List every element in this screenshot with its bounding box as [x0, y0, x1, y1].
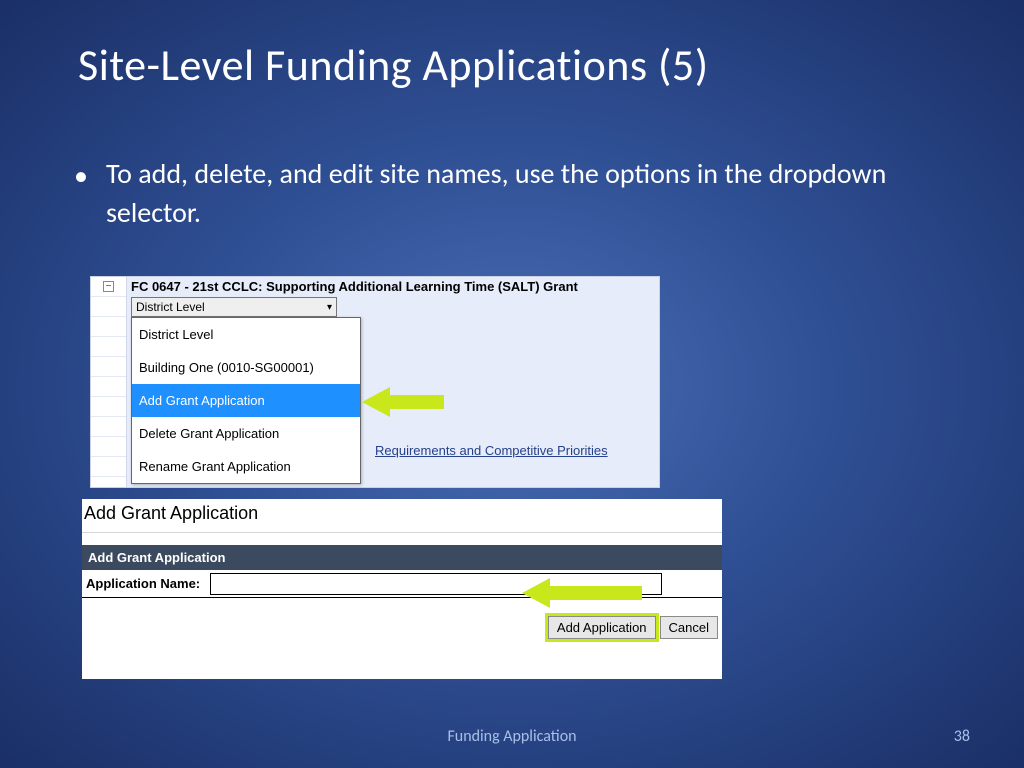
- level-select-value: District Level: [136, 300, 205, 314]
- page-number: 38: [954, 727, 970, 746]
- cancel-button[interactable]: Cancel: [660, 616, 718, 639]
- bullet-text: To add, delete, and edit site names, use…: [106, 154, 954, 232]
- add-application-button[interactable]: Add Application: [548, 616, 656, 639]
- dropdown-option-add[interactable]: Add Grant Application: [132, 384, 360, 417]
- screenshot-dropdown: − FC 0647 - 21st CCLC: Supporting Additi…: [90, 276, 660, 488]
- dropdown-option-delete[interactable]: Delete Grant Application: [132, 417, 360, 450]
- grant-header: FC 0647 - 21st CCLC: Supporting Addition…: [131, 279, 578, 294]
- arrow-left-icon: [362, 387, 444, 417]
- requirements-link[interactable]: Requirements and Competitive Priorities: [375, 443, 608, 458]
- slide-title: Site-Level Funding Applications (5): [0, 0, 1024, 92]
- dialog-section-bar: Add Grant Application: [82, 545, 722, 570]
- bullet-icon: •: [74, 156, 88, 232]
- dropdown-option-building[interactable]: Building One (0010-SG00001): [132, 351, 360, 384]
- dropdown-option-rename[interactable]: Rename Grant Application: [132, 450, 360, 483]
- dialog-title: Add Grant Application: [82, 499, 722, 533]
- row-gutter: [91, 277, 127, 487]
- arrow-left-icon: [522, 578, 642, 608]
- collapse-icon[interactable]: −: [103, 281, 114, 292]
- footer-label: Funding Application: [0, 727, 1024, 746]
- level-dropdown: District Level Building One (0010-SG0000…: [131, 317, 361, 484]
- slide: Site-Level Funding Applications (5) • To…: [0, 0, 1024, 768]
- chevron-down-icon: ▾: [327, 302, 332, 313]
- bullet-item: • To add, delete, and edit site names, u…: [0, 92, 1024, 232]
- level-select[interactable]: District Level ▾: [131, 297, 337, 317]
- application-name-label: Application Name:: [82, 570, 204, 597]
- dropdown-option-district[interactable]: District Level: [132, 318, 360, 351]
